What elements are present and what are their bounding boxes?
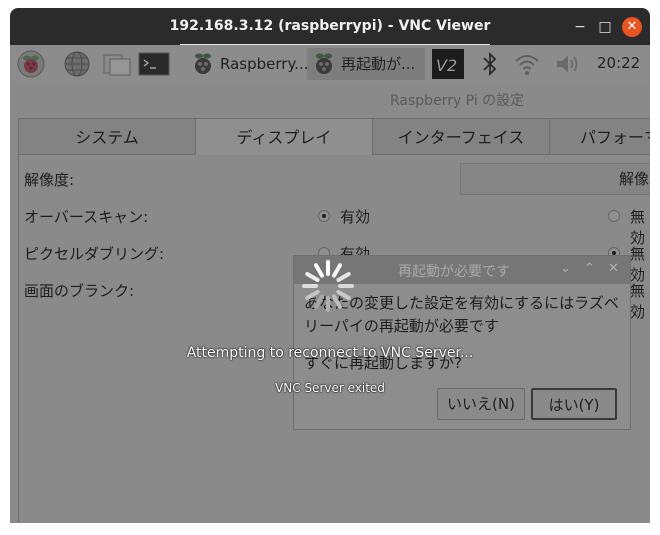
screen-blank-label: 画面のブランク: [24, 282, 135, 300]
overscan-label: オーバースキャン: [24, 208, 149, 226]
taskbar-task-reboot-dialog[interactable]: 再起動が... [307, 48, 425, 80]
wifi-icon[interactable] [512, 49, 542, 79]
screen-blank-disable-label: 無効 [630, 282, 646, 321]
pixel-doubling-disable-label: 無効 [630, 245, 646, 284]
minimize-button[interactable]: − [570, 17, 590, 37]
config-tabs: システム ディスプレイ インターフェイス パフォーマ [18, 118, 650, 156]
close-icon[interactable]: ✕ [608, 261, 619, 276]
tab-performance[interactable]: パフォーマ [549, 118, 650, 155]
chevron-up-icon[interactable]: ⌃ [584, 261, 595, 276]
tab-display[interactable]: ディスプレイ [195, 118, 373, 155]
maximize-button[interactable]: □ [595, 17, 615, 37]
dialog-title: 再起動が必要です [398, 264, 510, 280]
web-browser-icon[interactable] [62, 49, 92, 79]
pixel-doubling-label: ピクセルダブリング: [24, 245, 165, 263]
window-title: 192.168.3.12 (raspberrypi) - VNC Viewer [169, 18, 491, 34]
vnc-server-icon[interactable]: V2 [431, 48, 465, 80]
task-label: Raspberry... [220, 55, 309, 73]
tab-system[interactable]: システム [18, 118, 196, 155]
taskbar-task-raspberry-config[interactable]: Raspberry... [186, 48, 309, 80]
svg-text:V2: V2 [436, 56, 457, 75]
volume-icon[interactable] [553, 49, 583, 79]
overscan-disable-label: 無効 [630, 208, 646, 247]
config-window-title: Raspberry Pi の設定 [390, 93, 525, 109]
overscan-disable-radio[interactable] [608, 210, 620, 222]
resolution-button[interactable]: 解像 [460, 163, 650, 195]
loading-spinner-icon [300, 258, 356, 314]
overscan-enable-label: 有効 [340, 208, 371, 226]
vnc-titlebar[interactable]: 192.168.3.12 (raspberrypi) - VNC Viewer … [10, 8, 650, 46]
chevron-down-icon[interactable]: ⌄ [560, 261, 571, 276]
tab-interfaces[interactable]: インターフェイス [372, 118, 550, 155]
bluetooth-icon[interactable] [478, 49, 508, 79]
task-label: 再起動が... [341, 55, 416, 73]
reconnect-status: Attempting to reconnect to VNC Server... [186, 345, 474, 361]
overscan-enable-radio[interactable] [318, 210, 330, 222]
file-manager-icon[interactable] [102, 49, 132, 79]
resolution-label: 解像度: [24, 171, 75, 189]
taskbar: Raspberry... 再起動が... V2 20:22 [10, 45, 650, 84]
taskbar-clock: 20:22 [597, 54, 641, 72]
close-button[interactable]: ✕ [622, 17, 642, 37]
reconnect-detail: VNC Server exited [275, 381, 385, 395]
terminal-icon[interactable] [138, 49, 170, 79]
raspberry-menu-icon[interactable] [16, 49, 46, 79]
